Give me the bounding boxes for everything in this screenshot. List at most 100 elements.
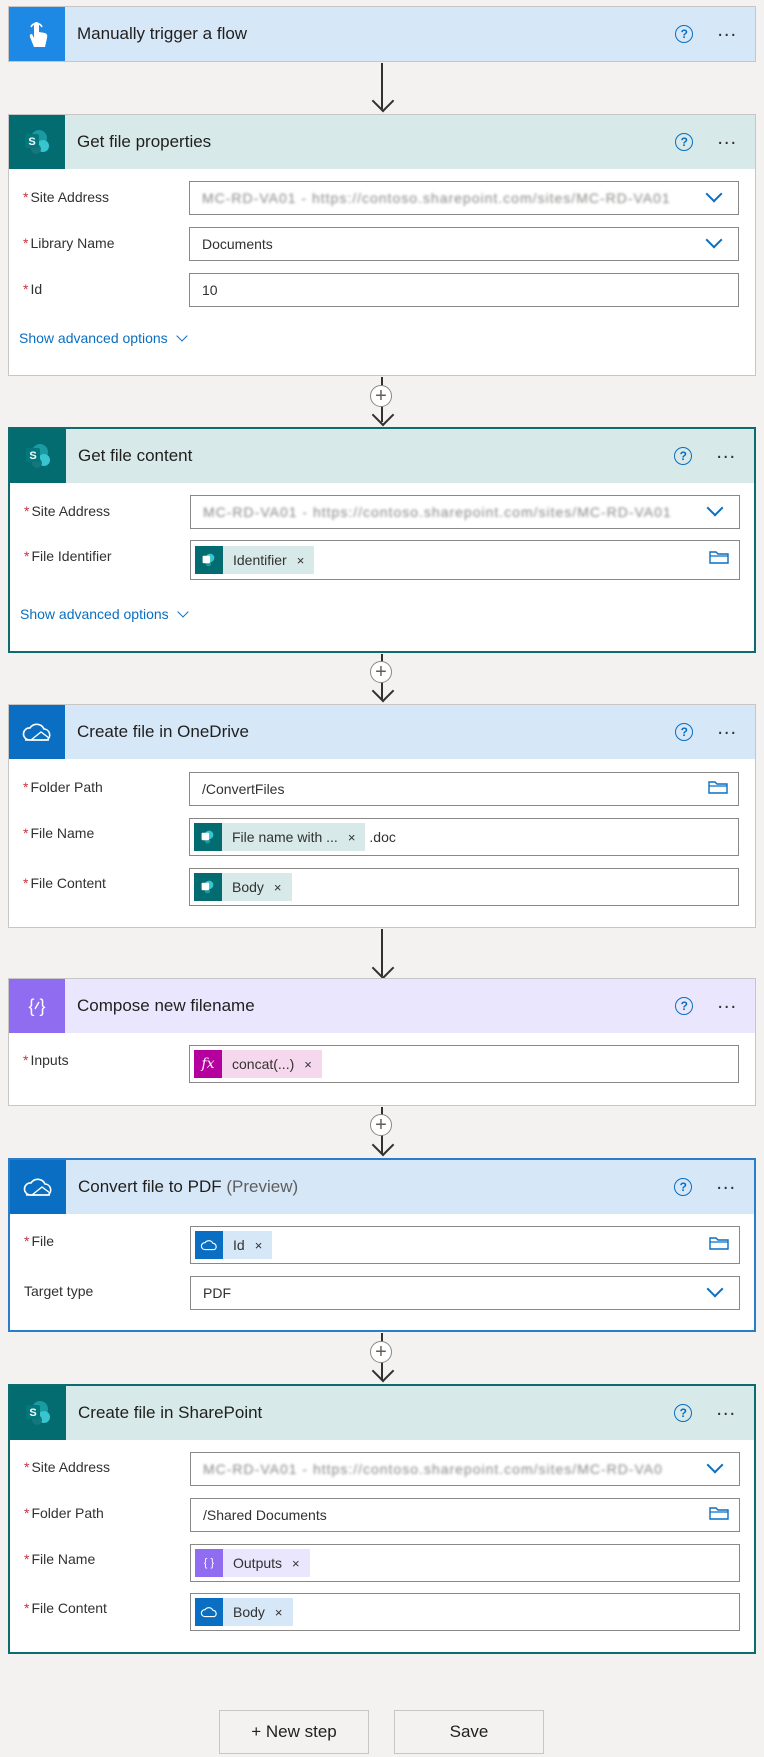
file-identifier-input[interactable]: Identifier × [190, 540, 740, 580]
compose-icon: { } [195, 1549, 223, 1577]
file-label: * File [24, 1233, 55, 1249]
help-icon[interactable]: ? [674, 1178, 693, 1196]
sharepoint-icon: S [10, 429, 66, 483]
remove-token-icon[interactable]: × [304, 1057, 312, 1072]
step-header[interactable]: S Get file content ? ... [10, 429, 754, 483]
help-icon[interactable]: ? [675, 997, 694, 1015]
remove-token-icon[interactable]: × [297, 553, 305, 568]
help-icon[interactable]: ? [675, 133, 694, 151]
step-create-file-onedrive[interactable]: Create file in OneDrive ? ... * Folder Pa… [8, 704, 756, 928]
help-icon[interactable]: ? [674, 447, 693, 465]
remove-token-icon[interactable]: × [292, 1556, 300, 1571]
chevron-down-icon[interactable] [706, 1456, 724, 1474]
step-header[interactable]: Manually trigger a flow ? ... [9, 7, 755, 61]
more-options-icon[interactable]: ... [717, 128, 737, 151]
id-label: * Id [23, 281, 43, 297]
file-content-input[interactable]: Body × [190, 1593, 740, 1631]
file-identifier-label: * File Identifier [24, 548, 112, 564]
folder-path-input[interactable]: /Shared Documents [190, 1498, 740, 1532]
step-get-file-properties[interactable]: S Get file properties ? ... * Site Addres… [8, 114, 756, 376]
expression-token[interactable]: fx concat(...) × [194, 1050, 322, 1078]
more-options-icon[interactable]: ... [717, 718, 737, 741]
step-header[interactable]: Convert file to PDF (Preview) ? ... [10, 1160, 754, 1214]
step-title: Create file in SharePoint [78, 1403, 263, 1422]
step-title: Get file properties [77, 132, 212, 151]
preview-label: (Preview) [226, 1177, 299, 1196]
file-name-input[interactable]: File name with ... × .doc [189, 818, 739, 856]
more-options-icon[interactable]: ... [717, 20, 737, 43]
connector-arrow [371, 89, 395, 113]
folder-icon[interactable] [709, 1236, 729, 1250]
svg-text:S: S [29, 450, 36, 462]
step-title: Manually trigger a flow [77, 24, 248, 43]
help-icon[interactable]: ? [675, 25, 694, 43]
onedrive-icon [195, 1231, 223, 1259]
dynamic-content-token[interactable]: Identifier × [195, 546, 315, 574]
site-address-label: * Site Address [24, 1459, 111, 1475]
file-name-label: * File Name [23, 825, 95, 841]
help-icon[interactable]: ? [675, 723, 694, 741]
dynamic-content-token[interactable]: Body × [195, 1598, 293, 1626]
more-options-icon[interactable]: ... [716, 1173, 736, 1196]
save-button[interactable]: Save [394, 1710, 544, 1754]
file-name-input[interactable]: { } Outputs × [190, 1544, 740, 1582]
onedrive-icon [10, 1160, 66, 1214]
function-icon: fx [194, 1050, 222, 1078]
dynamic-content-token[interactable]: Id × [195, 1231, 273, 1259]
remove-token-icon[interactable]: × [275, 1605, 283, 1620]
chevron-down-icon[interactable] [705, 231, 723, 249]
id-input[interactable]: 10 [189, 273, 739, 307]
step-trigger[interactable]: Manually trigger a flow ? ... [8, 6, 756, 62]
chevron-down-icon[interactable] [705, 185, 723, 203]
sharepoint-icon [195, 546, 223, 574]
step-get-file-content[interactable]: S Get file content ? ... * Site Address M… [8, 427, 756, 653]
folder-icon[interactable] [709, 1506, 729, 1520]
help-icon[interactable]: ? [674, 1404, 693, 1422]
dynamic-content-token[interactable]: { } Outputs × [195, 1549, 310, 1577]
step-header[interactable]: { } Compose new filename ? ... [9, 979, 755, 1033]
connector-arrow [371, 956, 395, 980]
step-convert-file-to-pdf[interactable]: Convert file to PDF (Preview) ? ... * Fil… [8, 1158, 756, 1332]
folder-path-input[interactable]: /ConvertFiles [189, 772, 739, 806]
dynamic-content-token[interactable]: File name with ... × [194, 823, 366, 851]
file-input[interactable]: Id × [190, 1226, 740, 1264]
step-header[interactable]: Create file in OneDrive ? ... [9, 705, 755, 759]
file-content-input[interactable]: Body × [189, 868, 739, 906]
remove-token-icon[interactable]: × [255, 1238, 263, 1253]
file-name-suffix: .doc [369, 829, 396, 845]
show-advanced-options-link[interactable]: Show advanced options [20, 606, 189, 622]
library-name-label: * Library Name [23, 235, 115, 251]
site-address-dropdown[interactable]: MC-RD-VA01 - https://contoso.sharepoint.… [190, 1452, 740, 1486]
folder-icon[interactable] [709, 550, 729, 564]
chevron-down-icon[interactable] [706, 1280, 724, 1298]
file-content-label: * File Content [24, 1600, 107, 1616]
chevron-down-icon [177, 606, 189, 618]
dynamic-content-token[interactable]: Body × [194, 873, 292, 901]
onedrive-icon [195, 1598, 223, 1626]
show-advanced-options-link[interactable]: Show advanced options [19, 330, 188, 346]
inputs-label: * Inputs [23, 1052, 69, 1068]
connector-arrow [371, 403, 395, 427]
more-options-icon[interactable]: ... [716, 442, 736, 465]
connector-arrow [371, 679, 395, 703]
more-options-icon[interactable]: ... [717, 992, 737, 1015]
inputs-field[interactable]: fx concat(...) × [189, 1045, 739, 1083]
library-name-dropdown[interactable]: Documents [189, 227, 739, 261]
step-header[interactable]: S Get file properties ? ... [9, 115, 755, 169]
step-compose-new-filename[interactable]: { } Compose new filename ? ... * Inputs f… [8, 978, 756, 1106]
step-header[interactable]: S Create file in SharePoint ? ... [10, 1386, 754, 1440]
insert-step-button[interactable]: + [370, 1114, 392, 1136]
target-type-dropdown[interactable]: PDF [190, 1276, 740, 1310]
remove-token-icon[interactable]: × [274, 880, 282, 895]
new-step-button[interactable]: + New step [219, 1710, 369, 1754]
sharepoint-icon: S [9, 115, 65, 169]
chevron-down-icon[interactable] [706, 499, 724, 517]
site-address-dropdown[interactable]: MC-RD-VA01 - https://contoso.sharepoint.… [189, 181, 739, 215]
more-options-icon[interactable]: ... [716, 1399, 736, 1422]
remove-token-icon[interactable]: × [348, 830, 356, 845]
connector-arrow [371, 1133, 395, 1157]
folder-icon[interactable] [708, 780, 728, 794]
onedrive-icon [9, 705, 65, 759]
step-create-file-sharepoint[interactable]: S Create file in SharePoint ? ... * Site … [8, 1384, 756, 1654]
site-address-dropdown[interactable]: MC-RD-VA01 - https://contoso.sharepoint.… [190, 495, 740, 529]
